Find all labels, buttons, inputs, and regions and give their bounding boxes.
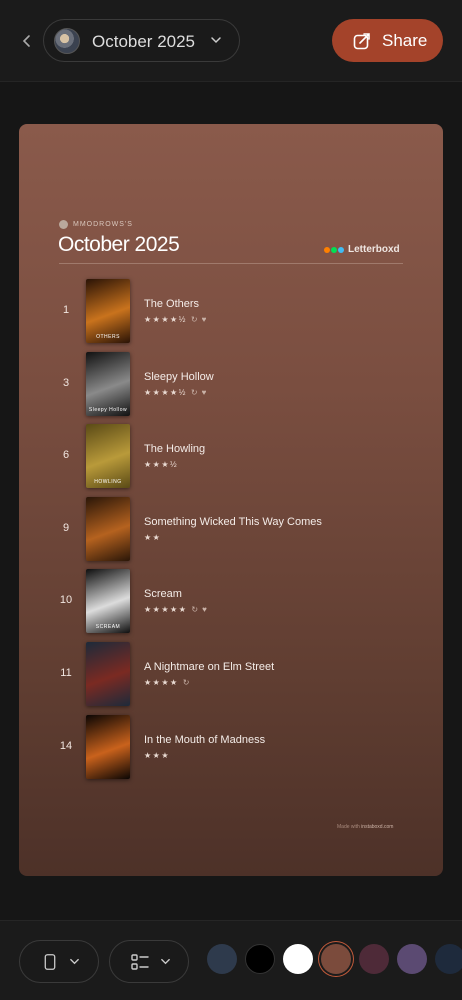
month-label: October 2025 bbox=[92, 32, 196, 51]
film-rating: ★★ bbox=[144, 533, 161, 542]
film-row: 1 OTHERS The Others ★★★★½ ↻ ♥ bbox=[59, 279, 403, 343]
film-rank: 14 bbox=[59, 739, 73, 752]
chevron-left-icon bbox=[22, 35, 30, 47]
color-swatch[interactable] bbox=[207, 944, 237, 974]
color-swatch[interactable] bbox=[397, 944, 427, 974]
film-rating: ★★★½ bbox=[144, 460, 178, 469]
film-poster: HOWLING bbox=[86, 424, 130, 489]
color-swatch[interactable] bbox=[245, 944, 275, 974]
footer-prefix: Made with bbox=[337, 824, 362, 830]
letterboxd-logo: Letterboxd bbox=[324, 244, 400, 255]
film-poster bbox=[86, 642, 130, 706]
film-rank: 10 bbox=[59, 594, 73, 607]
film-rank: 11 bbox=[60, 667, 72, 679]
film-row: 6 HOWLING The Howling ★★★½ bbox=[59, 424, 403, 489]
avatar bbox=[54, 28, 80, 54]
logo-dot-blue bbox=[338, 246, 344, 253]
share-label: Share bbox=[382, 31, 428, 50]
star-rating: ★★★★½ bbox=[144, 315, 187, 324]
color-swatch[interactable] bbox=[435, 944, 462, 974]
film-title: The Others bbox=[144, 298, 200, 310]
film-rank: 6 bbox=[62, 449, 70, 462]
star-rating: ★★★★★ bbox=[144, 605, 188, 615]
poster-text: Sleepy Hollow bbox=[88, 406, 128, 413]
heart-icon: ♥ bbox=[202, 605, 207, 615]
divider bbox=[59, 263, 403, 264]
layout-button[interactable] bbox=[109, 940, 189, 983]
film-poster bbox=[86, 714, 130, 779]
film-poster: Sleepy Hollow bbox=[86, 351, 130, 416]
logo-dot-green bbox=[331, 246, 337, 253]
star-rating: ★★★½ bbox=[144, 460, 179, 470]
film-title: Scream bbox=[144, 588, 182, 601]
brand-name: Letterboxd bbox=[348, 244, 400, 255]
list-layout-icon bbox=[131, 954, 149, 970]
top-bar: October 2025 Share bbox=[0, 0, 462, 82]
star-rating: ★★★★ bbox=[144, 678, 179, 687]
film-rating: ★★★★½ ↻ ♥ bbox=[144, 388, 206, 397]
star-rating: ★★★ bbox=[144, 750, 171, 760]
chevron-down-icon bbox=[211, 37, 221, 44]
rewatch-icon: ↻ bbox=[191, 605, 199, 615]
share-icon bbox=[353, 33, 370, 50]
user-avatar bbox=[59, 220, 68, 229]
device-size-button[interactable] bbox=[19, 940, 99, 983]
color-swatch[interactable] bbox=[283, 944, 313, 974]
film-row: 14 In the Mouth of Madness ★★★ bbox=[59, 714, 403, 779]
color-swatch[interactable] bbox=[359, 944, 389, 974]
film-rating: ★★★★★ ↻ ♥ bbox=[144, 605, 207, 614]
share-button[interactable]: Share bbox=[332, 19, 443, 62]
heart-icon: ♥ bbox=[201, 387, 207, 397]
card-user: MMODROWS'S bbox=[59, 220, 133, 229]
film-row: 9 Something Wicked This Way Comes ★★ bbox=[59, 496, 403, 561]
film-title: In the Mouth of Madness bbox=[144, 733, 266, 746]
card-title: October 2025 bbox=[58, 233, 180, 256]
film-rating: ★★★★½ ↻ ♥ bbox=[144, 315, 206, 324]
film-rank: 3 bbox=[62, 376, 70, 389]
color-swatch[interactable] bbox=[321, 944, 351, 974]
star-rating: ★★ bbox=[144, 532, 162, 542]
chevron-down-icon bbox=[161, 958, 170, 965]
film-row: 3 Sleepy Hollow Sleepy Hollow ★★★★½ ↻ ♥ bbox=[59, 351, 403, 416]
footer-link[interactable]: instaboxd.com bbox=[361, 824, 393, 830]
made-with-footer: Made with instaboxd.com bbox=[337, 824, 393, 830]
month-selector[interactable]: October 2025 bbox=[43, 19, 240, 62]
film-rating: ★★★ bbox=[144, 751, 170, 760]
rewatch-icon: ↻ bbox=[182, 678, 190, 687]
preview-card: MMODROWS'S October 2025 Letterboxd 1 OTHE… bbox=[19, 124, 443, 876]
logo-dot-orange bbox=[324, 246, 330, 253]
film-poster: SCREAM bbox=[86, 569, 130, 634]
film-title: The Howling bbox=[144, 443, 206, 456]
poster-text: SCREAM bbox=[95, 624, 121, 631]
poster-text: HOWLING bbox=[94, 479, 122, 486]
film-row: 11 A Nightmare on Elm Street ★★★★ ↻ bbox=[59, 642, 403, 706]
film-poster: OTHERS bbox=[86, 279, 130, 343]
film-rank: 9 bbox=[62, 521, 70, 534]
heart-icon: ♥ bbox=[201, 315, 207, 324]
rewatch-icon: ↻ bbox=[190, 387, 198, 397]
back-button[interactable] bbox=[20, 30, 38, 52]
film-poster bbox=[86, 496, 130, 561]
poster-text: OTHERS bbox=[96, 334, 120, 340]
film-title: Something Wicked This Way Comes bbox=[144, 515, 322, 528]
phone-icon bbox=[44, 954, 56, 970]
film-title: A Nightmare on Elm Street bbox=[144, 661, 275, 673]
username: MMODROWS'S bbox=[73, 221, 133, 228]
bottom-toolbar bbox=[0, 920, 462, 1000]
rewatch-icon: ↻ bbox=[190, 315, 198, 324]
star-rating: ★★★★½ bbox=[144, 387, 187, 397]
film-rating: ★★★★ ↻ bbox=[144, 678, 189, 687]
film-row: 10 SCREAM Scream ★★★★★ ↻ ♥ bbox=[59, 569, 403, 634]
film-rank: 1 bbox=[62, 304, 70, 316]
film-title: Sleepy Hollow bbox=[144, 370, 214, 383]
chevron-down-icon bbox=[70, 958, 79, 965]
